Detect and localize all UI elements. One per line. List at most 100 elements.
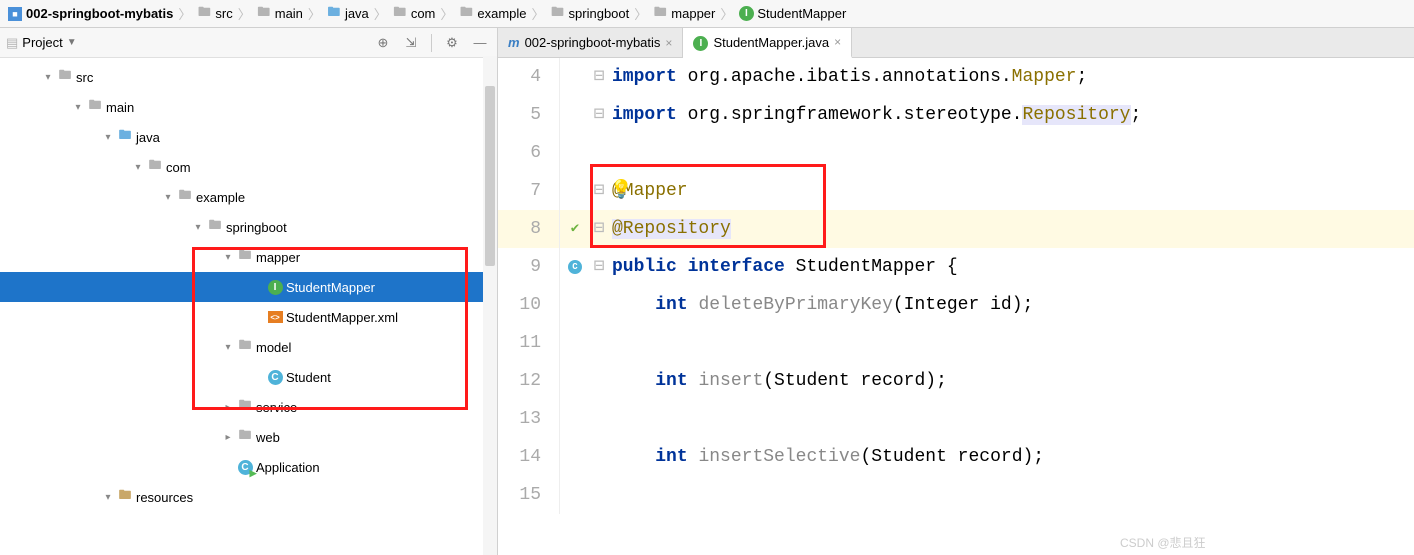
line-number: 9 [498,248,560,286]
folder-icon: 🖿 [206,216,224,238]
breadcrumb-item[interactable]: 🖿com [389,6,439,22]
code-line[interactable]: 15 [498,476,1414,514]
tree-item-label: Application [254,460,320,475]
tree-arrow-icon[interactable]: ▾ [190,222,206,233]
breadcrumb-item[interactable]: 🖿java [323,6,372,22]
code-editor[interactable]: 4⊟import org.apache.ibatis.annotations.M… [498,58,1414,555]
code-line[interactable]: 10 int deleteByPrimaryKey(Integer id); [498,286,1414,324]
tree-item-label: com [164,160,191,175]
chevron-right-icon: 〉 [374,4,387,23]
tree-arrow-icon[interactable]: ▸ [220,432,236,443]
interface-icon: I [738,6,754,22]
breadcrumb-item[interactable]: IStudentMapper [735,6,849,22]
line-number: 13 [498,400,560,438]
tree-arrow-icon[interactable]: ▾ [70,102,86,113]
tree-arrow-icon[interactable]: ▸ [220,402,236,413]
tree-item[interactable]: ▾🖿com [0,152,497,182]
tree-arrow-icon[interactable]: ▾ [100,132,116,143]
tree-arrow-icon[interactable]: ▾ [220,252,236,263]
code-line[interactable]: 9C⊟public interface StudentMapper { [498,248,1414,286]
gear-icon[interactable]: ⚙ [441,32,463,54]
code-line[interactable]: 14 int insertSelective(Student record); [498,438,1414,476]
chevron-right-icon: 〉 [178,4,191,23]
breadcrumb-item[interactable]: 🖿main [253,6,306,22]
tree-item[interactable]: ▾🖿src [0,62,497,92]
line-number: 15 [498,476,560,514]
folder-icon: 🖿 [176,186,194,208]
expand-icon[interactable]: ⇲ [400,32,422,54]
breadcrumb-item[interactable]: 🖿mapper [649,6,718,22]
gutter-icon[interactable]: C [560,260,590,274]
folder-icon: 🖿 [146,156,164,178]
line-number: 5 [498,96,560,134]
interface-icon: I [266,280,284,295]
code-line[interactable]: 12 int insert(Student record); [498,362,1414,400]
hide-icon[interactable]: — [469,32,491,54]
tree-arrow-icon[interactable]: ▾ [130,162,146,173]
breadcrumb-label: src [215,6,232,21]
close-icon[interactable]: × [665,36,672,50]
tree-item[interactable]: ▾🖿springboot [0,212,497,242]
tree-item[interactable]: ▾🖿main [0,92,497,122]
project-panel-title[interactable]: ▤ Project ▼ [6,35,77,51]
fold-icon[interactable]: ⊟ [590,172,608,210]
breadcrumb-label: StudentMapper [757,6,846,21]
code-text[interactable]: int insert(Student record); [608,362,947,400]
line-number: 7 [498,172,560,210]
xml-icon: <> [266,311,284,323]
scrollbar-thumb[interactable] [485,86,495,266]
tree-arrow-icon[interactable]: ▾ [160,192,176,203]
tree-item[interactable]: ▾🖿resources [0,482,497,512]
tree-item[interactable]: ▾🖿mapper [0,242,497,272]
tree-item[interactable]: ▾🖿java [0,122,497,152]
watermark: CSDN @悲且狂 [1120,534,1206,551]
code-line[interactable]: 13 [498,400,1414,438]
code-text[interactable]: 💡@Mapper [608,172,688,210]
editor-tab[interactable]: IStudentMapper.java× [683,28,852,58]
fold-icon[interactable]: ⊟ [590,248,608,286]
editor-tab[interactable]: m002-springboot-mybatis× [498,28,683,57]
code-text[interactable]: public interface StudentMapper { [608,248,958,286]
breadcrumb-item[interactable]: 🖿example [455,6,529,22]
tree-arrow-icon[interactable]: ▾ [100,492,116,503]
scrollbar-vertical[interactable] [483,56,497,555]
tree-item[interactable]: ▾🖿model [0,332,497,362]
breadcrumb-item[interactable]: ■002-springboot-mybatis [4,6,176,22]
breadcrumb-label: 002-springboot-mybatis [26,6,173,21]
code-text[interactable]: import org.springframework.stereotype.Re… [608,96,1141,134]
breadcrumb-item[interactable]: 🖿springboot [547,6,633,22]
project-sidebar: ▤ Project ▼ ⊕ ⇲ ⚙ — ▾🖿src▾🖿main▾🖿java▾🖿c… [0,28,498,555]
tree-arrow-icon[interactable]: ▾ [40,72,56,83]
project-tree[interactable]: ▾🖿src▾🖿main▾🖿java▾🖿com▾🖿example▾🖿springb… [0,58,497,555]
code-text[interactable]: @Repository [608,210,731,248]
fold-icon[interactable]: ⊟ [590,210,608,248]
code-text[interactable]: int insertSelective(Student record); [608,438,1044,476]
tree-item[interactable]: CStudent [0,362,497,392]
code-line[interactable]: 11 [498,324,1414,362]
gutter-icon[interactable]: ✔ [560,210,590,248]
code-line[interactable]: 6 [498,134,1414,172]
code-line[interactable]: 7 ⊟💡@Mapper [498,172,1414,210]
tree-arrow-icon[interactable]: ▾ [220,342,236,353]
tree-item[interactable]: <>StudentMapper.xml [0,302,497,332]
breadcrumb-item[interactable]: 🖿src [193,6,235,22]
close-icon[interactable]: × [834,35,841,49]
line-number: 6 [498,134,560,172]
tree-item[interactable]: C▶Application [0,452,497,482]
locate-icon[interactable]: ⊕ [372,32,394,54]
code-line[interactable]: 8✔⊟@Repository [498,210,1414,248]
tree-item[interactable]: ▸🖿service [0,392,497,422]
code-line[interactable]: 4⊟import org.apache.ibatis.annotations.M… [498,58,1414,96]
line-number: 11 [498,324,560,362]
tree-item[interactable]: IStudentMapper [0,272,497,302]
tree-item[interactable]: ▾🖿example [0,182,497,212]
class-run-icon: C▶ [236,460,254,475]
tree-item-label: StudentMapper [284,280,375,295]
tree-item[interactable]: ▸🖿web [0,422,497,452]
code-text[interactable]: int deleteByPrimaryKey(Integer id); [608,286,1033,324]
fold-icon[interactable]: ⊟ [590,58,608,96]
fold-icon[interactable]: ⊟ [590,96,608,134]
breadcrumb-label: example [477,6,526,21]
code-text[interactable]: import org.apache.ibatis.annotations.Map… [608,58,1087,96]
code-line[interactable]: 5 ⊟import org.springframework.stereotype.… [498,96,1414,134]
